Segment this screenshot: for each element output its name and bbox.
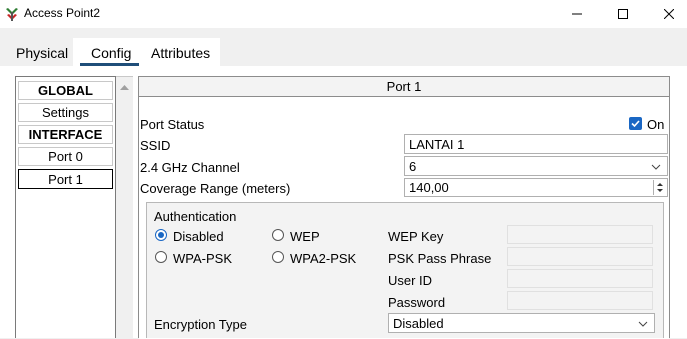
- close-button[interactable]: [646, 0, 687, 28]
- psk-pass-phrase-field[interactable]: [507, 247, 653, 266]
- ssid-value: LANTAI 1: [409, 136, 465, 152]
- tab-config[interactable]: Config: [91, 45, 131, 61]
- sidebar-scrollbar[interactable]: [116, 76, 133, 338]
- coverage-value: 140,00: [409, 180, 449, 195]
- minimize-icon: [572, 13, 582, 15]
- stepper-arrows-icon: [657, 183, 663, 192]
- radio-wpa-psk[interactable]: [155, 251, 167, 263]
- radio-wep-label: WEP: [290, 229, 320, 244]
- encryption-type-select[interactable]: Disabled: [388, 313, 655, 333]
- ssid-input[interactable]: LANTAI 1: [404, 134, 668, 154]
- checkmark-icon: [631, 120, 640, 128]
- tab-attributes[interactable]: Attributes: [151, 45, 210, 61]
- port-status-checkbox[interactable]: [629, 117, 642, 130]
- coverage-label: Coverage Range (meters): [140, 181, 291, 196]
- window-title: Access Point2: [24, 6, 101, 20]
- wep-key-field[interactable]: [507, 225, 653, 244]
- radio-wpa-psk-label: WPA-PSK: [173, 251, 232, 266]
- radio-disabled-label: Disabled: [173, 229, 224, 244]
- password-label: Password: [388, 295, 446, 310]
- port-status-label: Port Status: [140, 117, 205, 132]
- wep-key-label: WEP Key: [388, 229, 444, 244]
- password-field[interactable]: [507, 291, 653, 310]
- ssid-label: SSID: [140, 138, 171, 153]
- maximize-icon: [618, 9, 628, 19]
- user-id-label: User ID: [388, 273, 433, 288]
- scroll-up-icon[interactable]: [116, 79, 133, 96]
- channel-select[interactable]: 6: [404, 156, 668, 176]
- sidebar-item-global[interactable]: GLOBAL: [18, 81, 113, 100]
- sidebar-item-interface[interactable]: INTERFACE: [18, 125, 113, 144]
- channel-label: 2.4 GHz Channel: [140, 160, 240, 175]
- maximize-button[interactable]: [600, 0, 646, 28]
- channel-value: 6: [409, 158, 417, 174]
- radio-wpa2-psk-label: WPA2-PSK: [290, 251, 357, 266]
- encryption-type-value: Disabled: [393, 315, 444, 331]
- user-id-field[interactable]: [507, 269, 653, 288]
- port-status-on-label: On: [647, 117, 665, 132]
- authentication-title: Authentication: [154, 209, 237, 224]
- chevron-down-icon: [651, 164, 661, 170]
- chevron-down-icon: [638, 321, 648, 327]
- coverage-input[interactable]: 140,00: [404, 178, 668, 197]
- radio-disabled[interactable]: [155, 229, 167, 241]
- sidebar-item-settings[interactable]: Settings: [18, 103, 113, 122]
- access-point-icon: [6, 8, 18, 21]
- sidebar-item-port-0[interactable]: Port 0: [18, 147, 113, 166]
- tab-physical[interactable]: Physical: [16, 45, 68, 61]
- minimize-button[interactable]: [554, 0, 600, 28]
- radio-wpa2-psk[interactable]: [272, 251, 284, 263]
- coverage-stepper[interactable]: [653, 180, 666, 195]
- port-panel-title: Port 1: [386, 78, 422, 94]
- encryption-type-label: Encryption Type: [154, 317, 247, 332]
- radio-wep[interactable]: [272, 229, 284, 241]
- psk-pass-phrase-label: PSK Pass Phrase: [388, 251, 492, 266]
- close-icon: [664, 9, 674, 19]
- sidebar-item-port-1[interactable]: Port 1: [18, 169, 113, 189]
